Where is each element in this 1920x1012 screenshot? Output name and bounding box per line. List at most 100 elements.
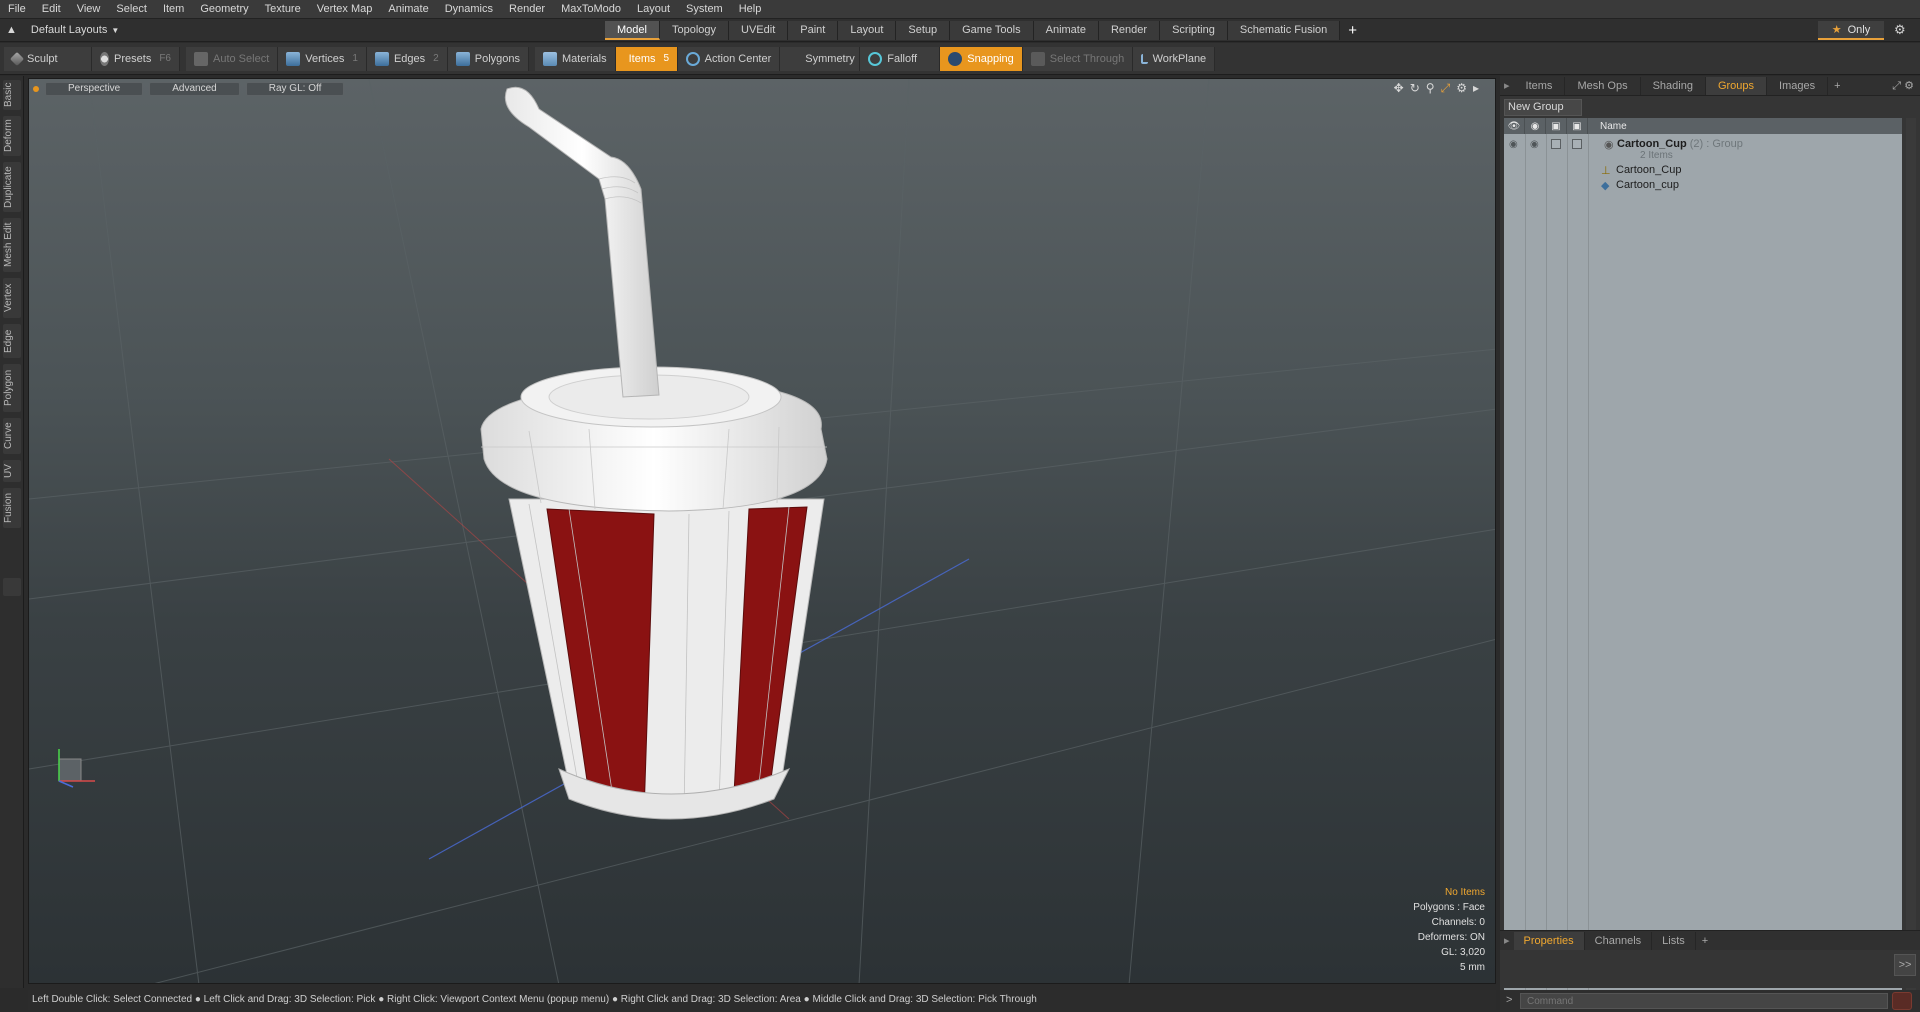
viewport-expand-icon[interactable]: ▸ — [1473, 81, 1479, 96]
3d-viewport[interactable]: Perspective Advanced Ray GL: Off ✥ ↻ ⚲ ⤢… — [28, 78, 1496, 984]
menu-maxtomodo[interactable]: MaxToModo — [553, 0, 629, 19]
tab-animate[interactable]: Animate — [1033, 21, 1099, 40]
lock-checkbox[interactable] — [1551, 139, 1561, 149]
falloff-button[interactable]: Falloff — [860, 46, 941, 71]
command-history-button[interactable] — [1892, 992, 1912, 1010]
move-view-icon[interactable]: ✥ — [1394, 81, 1404, 96]
menu-help[interactable]: Help — [731, 0, 770, 19]
polygons-button[interactable]: Polygons — [447, 46, 529, 71]
tab-properties[interactable]: Properties — [1513, 931, 1585, 950]
collapse-icon[interactable]: ▲ — [6, 24, 17, 36]
left-tab-polygon[interactable]: Polygon — [3, 364, 21, 412]
rotate-view-icon[interactable]: ↻ — [1410, 81, 1420, 96]
layout-switcher[interactable]: ▲ Default Layouts ▼ — [0, 19, 125, 41]
tab-topology[interactable]: Topology — [659, 21, 730, 40]
presets-button[interactable]: Presets F6 — [92, 46, 180, 71]
only-button[interactable]: ★ Only — [1818, 21, 1884, 40]
perspective-dropdown[interactable]: Perspective — [45, 81, 144, 96]
menu-geometry[interactable]: Geometry — [192, 0, 256, 19]
menu-file[interactable]: File — [0, 0, 34, 19]
render-icon[interactable]: ◉ — [1530, 139, 1539, 150]
tab-scripting[interactable]: Scripting — [1160, 21, 1228, 40]
workplane-button[interactable]: WorkPlane — [1133, 46, 1216, 71]
tab-render[interactable]: Render — [1098, 21, 1161, 40]
add-tab-icon[interactable]: + — [1828, 80, 1846, 92]
advanced-dropdown[interactable]: Advanced — [149, 81, 240, 96]
zoom-view-icon[interactable]: ⚲ — [1426, 81, 1435, 96]
list-item[interactable]: ◉ ◉ ◉ Cartoon_Cup (2) : Group — [1504, 136, 1902, 152]
action-center-button[interactable]: Action Center — [677, 46, 781, 71]
materials-button[interactable]: Materials — [535, 46, 616, 71]
menu-item[interactable]: Item — [155, 0, 192, 19]
list-item[interactable]: ◆ Cartoon_cup — [1504, 177, 1902, 193]
render-column-icon[interactable]: ◉ — [1525, 118, 1546, 134]
tab-groups[interactable]: Groups — [1705, 76, 1768, 95]
menu-layout[interactable]: Layout — [629, 0, 678, 19]
symmetry-button[interactable]: Symmetry — [780, 46, 861, 71]
select-checkbox[interactable] — [1572, 139, 1582, 149]
sculpt-button[interactable]: Sculpt — [4, 46, 92, 71]
left-tab-fusion[interactable]: Fusion — [3, 488, 21, 528]
left-tab-edge[interactable]: Edge — [3, 324, 21, 358]
panel-grip-icon[interactable]: ▸ — [1500, 79, 1514, 92]
name-column-header[interactable]: Name — [1588, 121, 1627, 132]
select-column-icon[interactable]: ▣ — [1567, 118, 1588, 134]
tab-items[interactable]: Items — [1514, 76, 1566, 95]
left-tab-duplicate[interactable]: Duplicate — [3, 162, 21, 212]
left-tab-curve[interactable]: Curve — [3, 418, 21, 454]
tab-model[interactable]: Model — [605, 21, 660, 40]
menu-system[interactable]: System — [678, 0, 731, 19]
edges-button[interactable]: Edges 2 — [366, 46, 448, 71]
groups-scrollbar[interactable] — [1906, 118, 1916, 998]
raygl-dropdown[interactable]: Ray GL: Off — [245, 81, 345, 96]
add-tab-icon[interactable]: + — [1340, 22, 1365, 39]
vertices-button[interactable]: Vertices 1 — [278, 46, 367, 71]
tab-mesh-ops[interactable]: Mesh Ops — [1565, 76, 1641, 95]
left-tab-extra[interactable] — [3, 578, 21, 596]
eye-icon[interactable]: ◉ — [1509, 139, 1518, 150]
menu-vertex-map[interactable]: Vertex Map — [309, 0, 381, 19]
tab-setup[interactable]: Setup — [896, 21, 951, 40]
viewport-settings-icon[interactable]: ⚙ — [1456, 81, 1467, 96]
tab-schematic-fusion[interactable]: Schematic Fusion — [1227, 21, 1341, 40]
tab-shading[interactable]: Shading — [1641, 76, 1706, 95]
tab-lists[interactable]: Lists — [1652, 931, 1696, 950]
menu-edit[interactable]: Edit — [34, 0, 69, 19]
locator-icon: ⊥ — [1601, 164, 1611, 177]
auto-select-button[interactable]: Auto Select — [186, 46, 279, 71]
fit-view-icon[interactable]: ⤢ — [1441, 81, 1451, 96]
tab-uvedit[interactable]: UVEdit — [729, 21, 789, 40]
menu-animate[interactable]: Animate — [380, 0, 436, 19]
left-tab-deform[interactable]: Deform — [3, 116, 21, 156]
menu-select[interactable]: Select — [108, 0, 155, 19]
snapping-button[interactable]: Snapping — [940, 46, 1023, 71]
chevron-right-icon[interactable]: > — [1506, 994, 1512, 1006]
panel-maximize-icon[interactable]: ⤢ ⚙ — [1892, 79, 1914, 93]
visibility-column-icon[interactable]: 👁 — [1504, 118, 1525, 134]
add-tab-icon[interactable]: + — [1696, 935, 1714, 947]
status-bar: Left Double Click: Select Connected ● Le… — [28, 990, 1496, 1010]
left-tab-uv[interactable]: UV — [3, 460, 21, 482]
gear-icon[interactable]: ⚙ — [1894, 22, 1906, 38]
panel-grip-icon[interactable]: ▸ — [1500, 934, 1514, 947]
left-tab-mesh-edit[interactable]: Mesh Edit — [3, 218, 21, 272]
left-tab-basic[interactable]: Basic — [3, 80, 21, 110]
symmetry-label: Symmetry — [805, 52, 855, 65]
menu-dynamics[interactable]: Dynamics — [437, 0, 501, 19]
lock-column-icon[interactable]: ▣ — [1546, 118, 1567, 134]
tab-game-tools[interactable]: Game Tools — [950, 21, 1034, 40]
select-through-button[interactable]: Select Through — [1022, 46, 1134, 71]
menu-view[interactable]: View — [69, 0, 109, 19]
tab-images[interactable]: Images — [1767, 76, 1829, 95]
menu-texture[interactable]: Texture — [257, 0, 309, 19]
menu-render[interactable]: Render — [501, 0, 553, 19]
tab-paint[interactable]: Paint — [788, 21, 839, 40]
tab-channels[interactable]: Channels — [1585, 931, 1653, 950]
expand-icon[interactable]: >> — [1894, 954, 1916, 976]
command-input[interactable] — [1520, 993, 1888, 1009]
left-tab-vertex[interactable]: Vertex — [3, 278, 21, 318]
new-group-button[interactable]: New Group — [1504, 99, 1582, 116]
list-item[interactable]: ⊥ Cartoon_Cup — [1504, 162, 1902, 178]
items-button[interactable]: Items 5 — [615, 46, 678, 71]
tab-layout[interactable]: Layout — [838, 21, 897, 40]
